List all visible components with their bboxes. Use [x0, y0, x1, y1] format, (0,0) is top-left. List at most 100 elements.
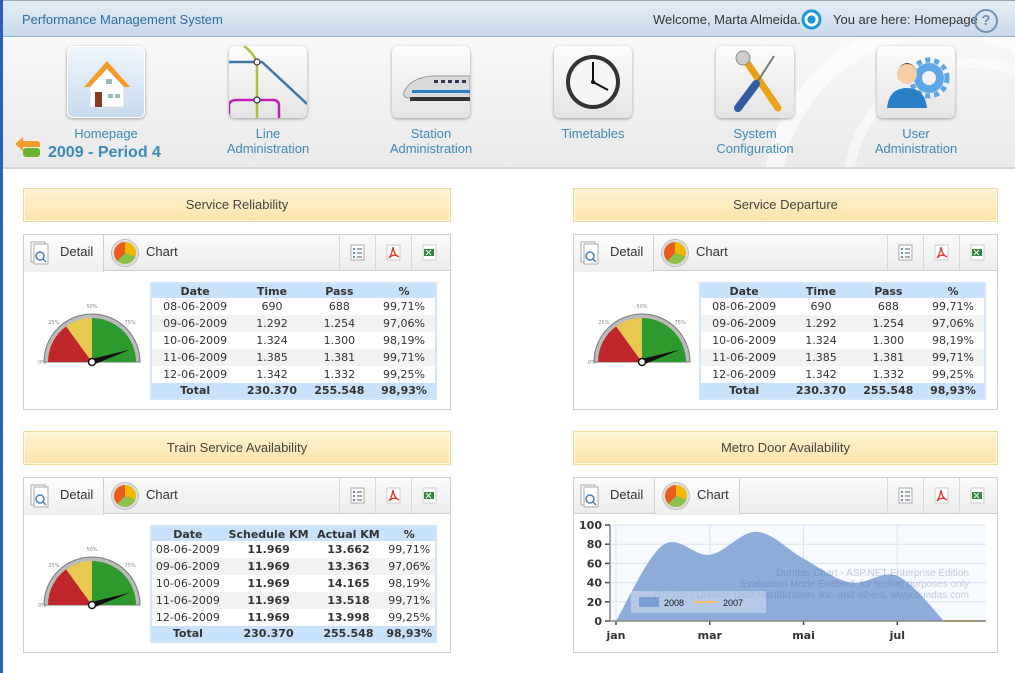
legend-label-2007: 2007	[723, 598, 743, 608]
total-cell: 230.370	[238, 383, 306, 399]
table-row: 08-06-2009 690 688 99,71%	[700, 298, 985, 315]
tab-chart[interactable]: Chart	[654, 478, 740, 515]
gauge-label: 0%	[38, 360, 46, 366]
train-icon	[392, 46, 470, 118]
tab-detail[interactable]: Detail	[24, 478, 104, 515]
column-header[interactable]: Date	[700, 283, 788, 298]
list-export-button[interactable]	[339, 235, 375, 271]
metro-map-icon	[229, 46, 307, 118]
column-header[interactable]: Date	[151, 283, 239, 298]
table-cell: 99,71%	[932, 300, 974, 313]
pdf-icon	[386, 244, 401, 261]
back-arrow-icon[interactable]	[13, 136, 41, 160]
panel-tabbar: Detail Chart	[574, 235, 997, 272]
column-header[interactable]: Time	[238, 283, 306, 298]
data-table: Date Time Pass% 08-06-2009 690 688 99,71% 09-06…	[150, 282, 437, 400]
y-tick-label: 20	[587, 596, 603, 609]
column-header[interactable]: Actual KM	[313, 526, 384, 541]
nav-item-user-administration[interactable]: User Administration	[846, 46, 986, 156]
tab-chart[interactable]: Chart	[104, 235, 190, 271]
table-cell: 688	[328, 300, 350, 313]
nav-item-line-administration[interactable]: Line Administration	[198, 46, 338, 156]
excel-export-button[interactable]	[411, 478, 447, 514]
table-cell: 09-06-2009	[151, 315, 239, 332]
tab-chart[interactable]: Chart	[104, 478, 190, 514]
gauge-pivot	[87, 357, 97, 367]
list-icon	[350, 487, 365, 504]
excel-export-button[interactable]	[411, 235, 447, 271]
pie-chart-icon	[662, 240, 688, 266]
tab-chart[interactable]: Chart	[654, 235, 740, 271]
column-header[interactable]: %	[922, 283, 985, 298]
table-cell: 98,19%	[383, 334, 425, 347]
table-cell: 11.969	[247, 543, 290, 556]
pdf-export-button[interactable]	[375, 235, 411, 271]
table-cell: 1.342	[805, 368, 837, 381]
excel-export-button[interactable]	[959, 478, 995, 514]
target-icon[interactable]	[800, 8, 823, 31]
table-cell: 08-06-2009	[712, 300, 777, 313]
column-header[interactable]: Date	[151, 526, 224, 541]
legend-swatch-2008	[639, 597, 659, 607]
list-export-button[interactable]	[339, 478, 375, 514]
nav-item-timetables[interactable]: Timetables	[523, 46, 663, 141]
nav-label: Station Administration	[389, 126, 473, 156]
period-label: 2009 - Period 4	[48, 144, 161, 161]
nav-label: Homepage	[74, 126, 138, 141]
table-cell: 1.381	[854, 349, 923, 366]
gauge-label: 75%	[125, 320, 136, 326]
table-cell: 1.254	[305, 315, 374, 332]
gauge-pivot	[637, 357, 647, 367]
table-cell: 690	[261, 300, 283, 313]
tab-detail[interactable]: Detail	[574, 235, 654, 272]
table-total-row: Total 230.370 255.548 98,93%	[700, 383, 985, 399]
panel-tabbar: Detail Chart	[24, 478, 450, 515]
table-cell: 99,25%	[388, 611, 431, 624]
list-export-button[interactable]	[887, 478, 923, 514]
nav-label: Line Administration	[226, 126, 310, 156]
pie-chart-icon	[112, 240, 138, 266]
tab-detail[interactable]: Detail	[24, 235, 104, 272]
total-cell: 255.548	[305, 383, 374, 399]
column-header[interactable]: %	[383, 526, 436, 541]
table-cell: 97,06%	[383, 558, 436, 575]
help-icon[interactable]: ?	[974, 9, 998, 33]
x-tick-label: jul	[889, 629, 905, 642]
pdf-icon	[934, 487, 949, 504]
gauge-label: 0%	[38, 603, 46, 609]
gauge-chart: 0% 25% 50% 75%	[38, 304, 141, 367]
total-cell: Total	[700, 383, 788, 399]
pdf-export-button[interactable]	[923, 478, 959, 514]
column-header[interactable]: Schedule KM	[223, 526, 314, 541]
column-header[interactable]: Time	[787, 283, 855, 298]
table-row: 09-06-2009 1.292 1.254 97,06%	[700, 315, 985, 332]
magnifier-document-icon	[580, 484, 599, 508]
nav-item-homepage[interactable]: Homepage	[36, 46, 176, 141]
total-cell: 230.370	[223, 626, 314, 642]
nav-item-system-configuration[interactable]: System Configuration	[685, 46, 825, 156]
table-cell: 11.969	[247, 611, 290, 624]
panel-tabbar: Detail Chart	[24, 235, 450, 272]
column-header[interactable]: %	[373, 283, 436, 298]
excel-export-button[interactable]	[959, 235, 995, 271]
y-tick-label: 0	[594, 615, 602, 628]
gauge-label: 50%	[86, 304, 97, 310]
list-icon	[898, 244, 913, 261]
column-header[interactable]: Pass	[854, 283, 923, 298]
panel-title-metro-door-availability: Metro Door Availability	[573, 431, 998, 465]
table-header-row: Date Schedule KM Actual KM%	[151, 526, 436, 541]
gauge-label: 75%	[675, 320, 686, 326]
column-header[interactable]: Pass	[305, 283, 374, 298]
total-cell: 255.548	[854, 383, 923, 399]
tab-detail[interactable]: Detail	[574, 478, 654, 514]
total-cell: 230.370	[787, 383, 855, 399]
pdf-export-button[interactable]	[375, 478, 411, 514]
excel-icon	[970, 244, 985, 261]
list-export-button[interactable]	[887, 235, 923, 271]
pdf-export-button[interactable]	[923, 235, 959, 271]
table-cell: 1.292	[787, 315, 855, 332]
pdf-icon	[386, 487, 401, 504]
table-cell: 98,19%	[932, 334, 974, 347]
nav-item-station-administration[interactable]: Station Administration	[361, 46, 501, 156]
table-cell: 12-06-2009	[712, 368, 777, 381]
